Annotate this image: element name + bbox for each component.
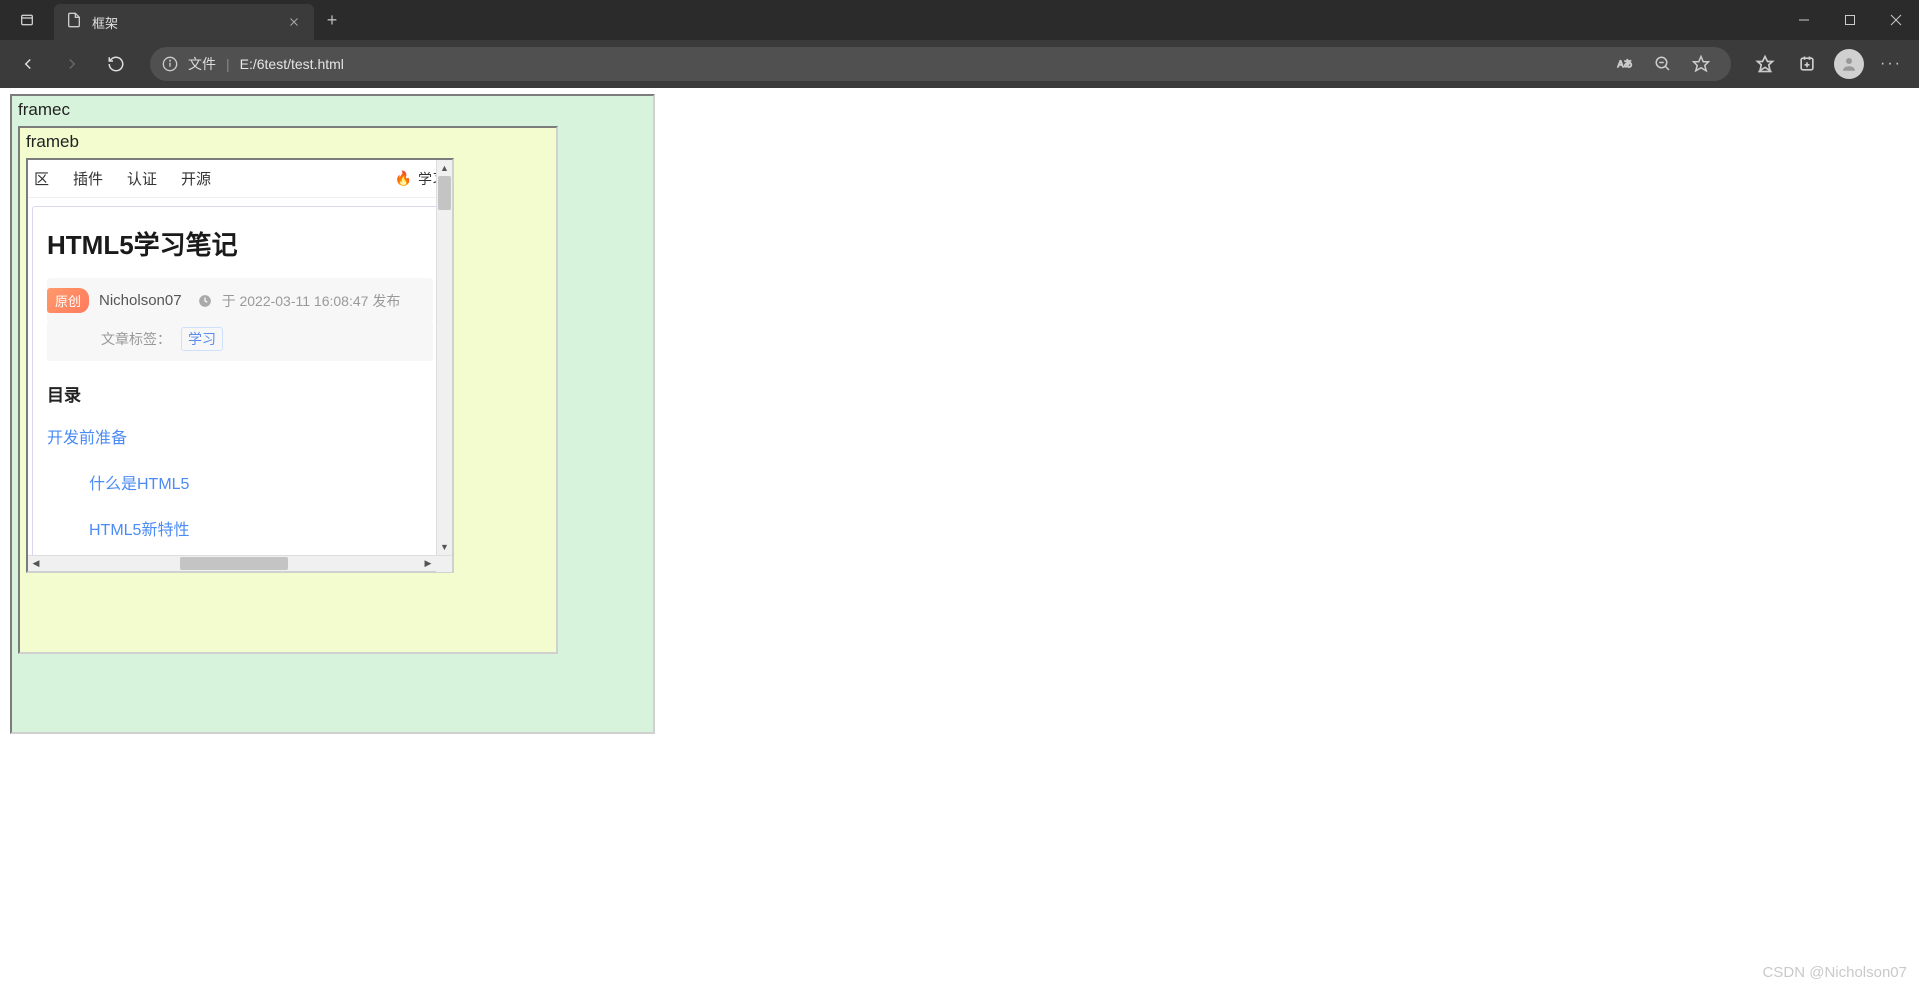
forward-button[interactable] (52, 44, 92, 84)
tag-label: 文章标签： (101, 329, 171, 349)
favorites-bar-button[interactable] (1745, 44, 1785, 84)
tab-title: 框架 (92, 13, 276, 32)
page-content: framec frameb 区 插件 认证 开源 🔥 学习 (0, 88, 1919, 987)
address-actions: Aあ (1607, 50, 1719, 78)
horizontal-scrollbar[interactable]: ◀ ▶ (28, 555, 452, 571)
frame-c-label: framec (18, 100, 647, 120)
favorite-button[interactable] (1683, 50, 1719, 78)
svg-text:Aあ: Aあ (1618, 59, 1633, 69)
titlebar-spacer (350, 0, 1781, 40)
horizontal-scroll-thumb[interactable] (180, 557, 288, 570)
close-tab-button[interactable] (286, 14, 302, 30)
collections-button[interactable] (1787, 44, 1827, 84)
site-info-icon[interactable] (162, 56, 178, 72)
vertical-scroll-thumb[interactable] (438, 176, 451, 210)
nav-item-plugins[interactable]: 插件 (73, 168, 103, 189)
watermark: CSDN @Nicholson07 (1763, 964, 1907, 981)
refresh-button[interactable] (96, 44, 136, 84)
toc-link-features[interactable]: HTML5新特性 (89, 516, 433, 540)
zoom-out-button[interactable] (1645, 50, 1681, 78)
clock-icon (198, 294, 212, 308)
iframe: 区 插件 认证 开源 🔥 学习 HTML5学习笔记 (26, 158, 454, 573)
tag-item[interactable]: 学习 (181, 327, 223, 351)
toc-heading: 目录 (47, 381, 433, 406)
address-url: E:/6test/test.html (240, 56, 1587, 72)
toc-section: 目录 开发前准备 什么是HTML5 HTML5新特性 需要掌握的技能 (33, 365, 447, 555)
scroll-left-button[interactable]: ◀ (28, 556, 44, 571)
more-button[interactable]: ··· (1871, 44, 1911, 84)
original-badge: 原创 (47, 288, 89, 313)
close-window-button[interactable] (1873, 0, 1919, 40)
nav-item-opensource[interactable]: 开源 (181, 168, 211, 189)
scroll-corner (436, 556, 452, 572)
window-controls (1781, 0, 1919, 40)
author-name[interactable]: Nicholson07 (99, 292, 182, 309)
scroll-down-button[interactable]: ▼ (437, 539, 452, 555)
maximize-button[interactable] (1827, 0, 1873, 40)
toolbar-right: ··· (1745, 44, 1911, 84)
nav-item-community[interactable]: 区 (34, 168, 49, 189)
frame-b-label: frameb (26, 132, 550, 152)
tag-row: 文章标签： 学习 (47, 323, 433, 361)
read-aloud-button[interactable]: Aあ (1607, 50, 1643, 78)
toc-link-what[interactable]: 什么是HTML5 (89, 470, 433, 494)
frame-b: frameb 区 插件 认证 开源 🔥 学习 (18, 126, 558, 654)
publish-time: 于 2022-03-11 16:08:47 发布 (222, 291, 401, 311)
page-nav: 区 插件 认证 开源 🔥 学习 (28, 160, 452, 198)
scroll-right-button[interactable]: ▶ (420, 556, 436, 571)
vertical-scrollbar[interactable]: ▲ ▼ (436, 160, 452, 555)
address-bar[interactable]: 文件 | E:/6test/test.html Aあ (150, 47, 1731, 81)
toc-link-prep[interactable]: 开发前准备 (47, 424, 433, 448)
toc-sublist: 什么是HTML5 HTML5新特性 需要掌握的技能 (47, 470, 433, 555)
article-header: HTML5学习笔记 原创 Nicholson07 于 2022-03-11 16… (33, 207, 447, 365)
article-body: HTML5学习笔记 原创 Nicholson07 于 2022-03-11 16… (32, 206, 448, 555)
profile-button[interactable] (1829, 44, 1869, 84)
browser-titlebar: 框架 + (0, 0, 1919, 40)
minimize-button[interactable] (1781, 0, 1827, 40)
scroll-up-button[interactable]: ▲ (437, 160, 452, 176)
address-type-label: 文件 (188, 54, 216, 74)
frame-c: framec frameb 区 插件 认证 开源 🔥 学习 (10, 94, 655, 734)
tab-overview-button[interactable] (0, 0, 54, 40)
back-button[interactable] (8, 44, 48, 84)
article-meta: 原创 Nicholson07 于 2022-03-11 16:08:47 发布 (47, 278, 433, 323)
new-tab-button[interactable]: + (314, 0, 350, 40)
browser-tab[interactable]: 框架 (54, 4, 314, 40)
browser-toolbar: 文件 | E:/6test/test.html Aあ ··· (0, 40, 1919, 88)
fire-icon: 🔥 (395, 170, 412, 187)
article-title: HTML5学习笔记 (47, 225, 433, 262)
address-separator: | (226, 56, 230, 72)
file-icon (66, 12, 82, 33)
iframe-content: 区 插件 认证 开源 🔥 学习 HTML5学习笔记 (28, 160, 452, 555)
nav-item-cert[interactable]: 认证 (127, 168, 157, 189)
